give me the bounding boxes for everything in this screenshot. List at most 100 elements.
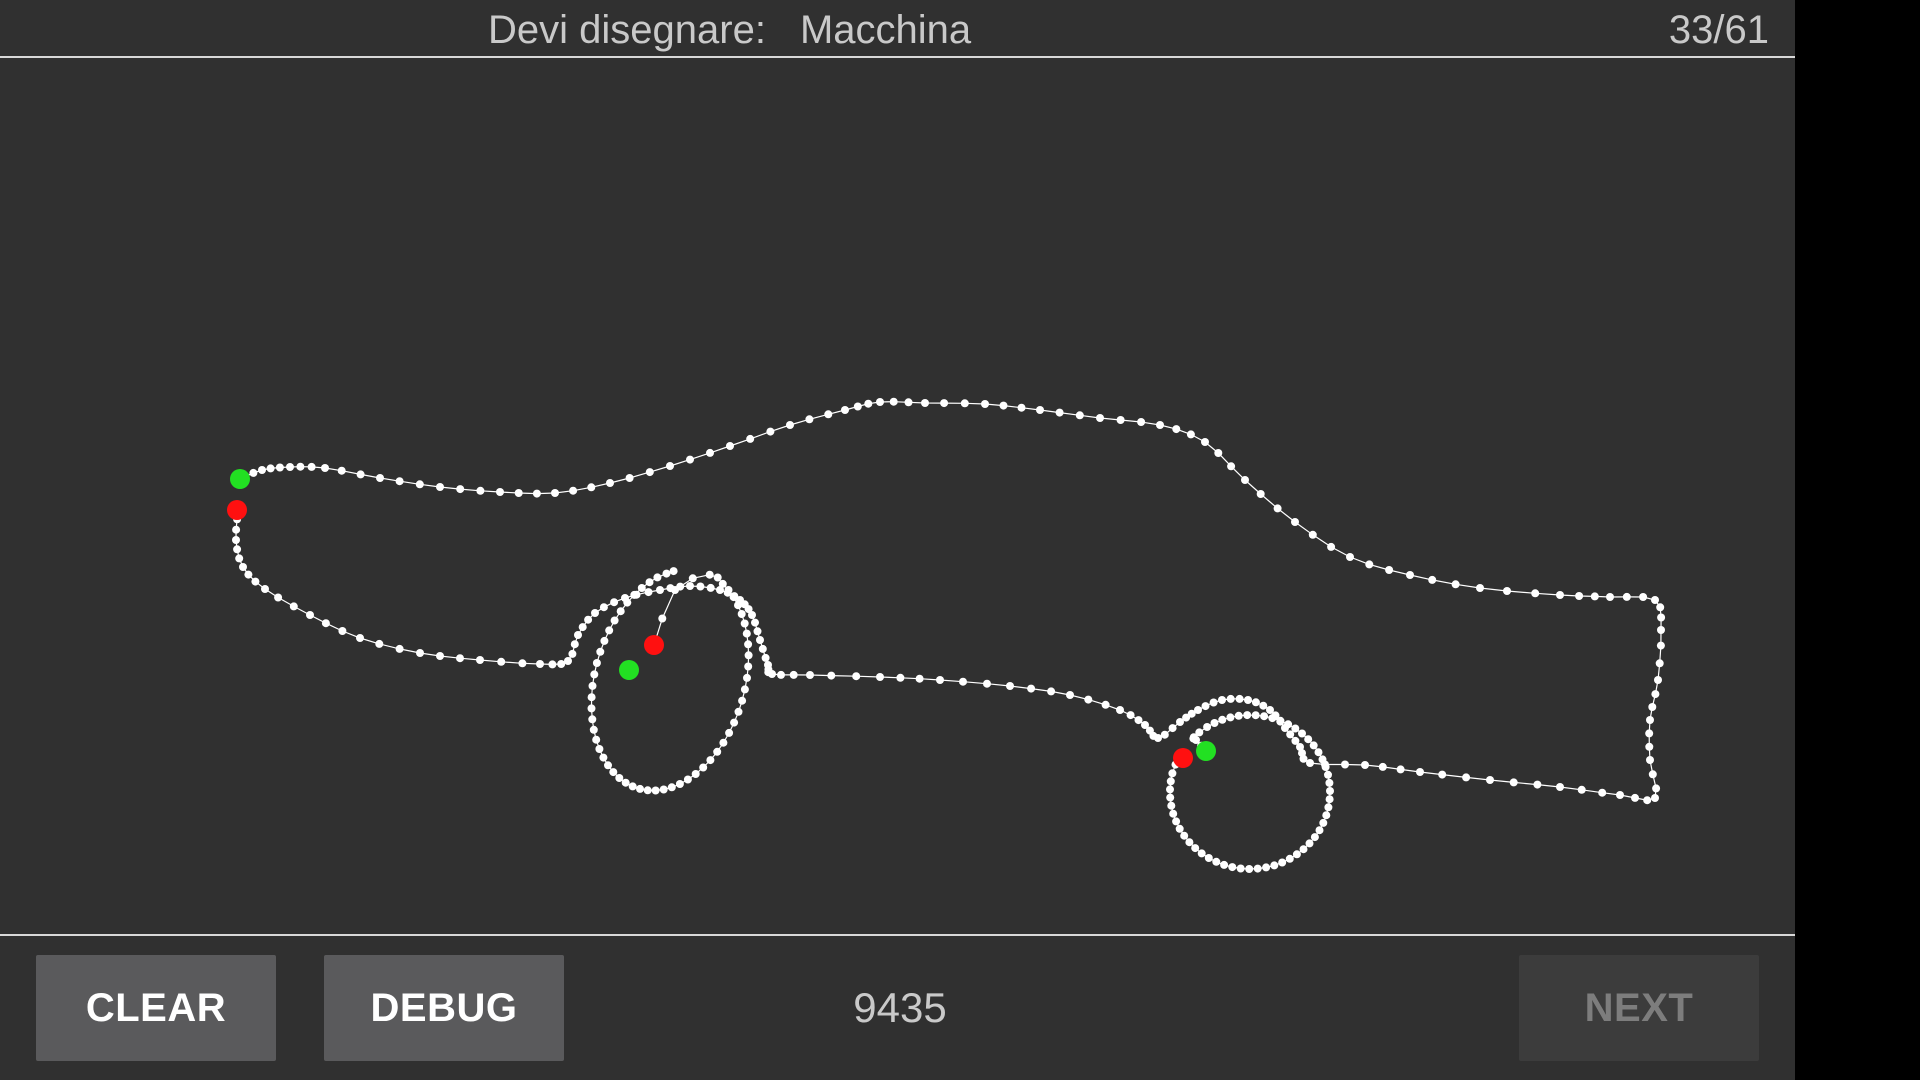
stroke-point xyxy=(1141,721,1149,729)
stroke-point xyxy=(764,661,772,669)
stroke-point xyxy=(806,671,814,679)
stroke-point xyxy=(1027,684,1036,693)
stroke-point xyxy=(587,483,596,492)
stroke-point xyxy=(532,489,541,498)
stroke-point xyxy=(740,619,749,628)
stroke-point xyxy=(644,588,653,597)
stroke-point xyxy=(621,778,630,787)
debug-button[interactable]: DEBUG xyxy=(324,955,564,1061)
stroke-point xyxy=(1646,716,1654,724)
stroke-point xyxy=(1284,720,1293,729)
stroke-point xyxy=(376,474,384,482)
stroke-point xyxy=(904,398,913,407)
stroke-point xyxy=(658,614,667,623)
stroke-point xyxy=(1260,712,1269,721)
stroke-point xyxy=(274,593,283,602)
stroke-point xyxy=(653,573,662,582)
stroke-point xyxy=(456,485,465,494)
stroke-point xyxy=(751,618,759,627)
stroke-start-marker xyxy=(619,660,639,680)
stroke-point xyxy=(1228,863,1237,872)
stroke-point xyxy=(936,676,944,684)
stroke-point xyxy=(666,462,674,470)
stroke-point xyxy=(232,525,241,534)
stroke-point xyxy=(1137,418,1146,426)
stroke-point xyxy=(1645,742,1654,751)
stroke-point xyxy=(568,649,577,658)
stroke-point xyxy=(600,636,609,645)
stroke-point xyxy=(599,603,608,612)
stroke-point xyxy=(1291,518,1299,526)
stroke-point xyxy=(1251,698,1260,707)
stroke-point xyxy=(1241,476,1249,484)
stroke-point xyxy=(637,584,646,592)
stroke-point xyxy=(1319,818,1328,827)
stroke-point xyxy=(896,673,905,682)
sketch-stroke-1 xyxy=(232,397,1666,805)
stroke-point xyxy=(1176,718,1184,726)
stroke-point xyxy=(1235,694,1244,703)
stroke-point xyxy=(1651,596,1659,604)
stroke-point xyxy=(596,647,605,656)
stroke-point xyxy=(1218,715,1227,724)
stroke-point xyxy=(1648,770,1657,779)
stroke-point xyxy=(244,570,253,579)
stroke-point xyxy=(1655,659,1664,668)
stroke-point xyxy=(761,653,770,662)
stroke-point xyxy=(1270,861,1279,870)
next-button[interactable]: NEXT xyxy=(1519,955,1759,1061)
stroke-point xyxy=(1291,724,1300,733)
stroke-point xyxy=(1101,700,1110,709)
stroke-point xyxy=(1218,696,1226,704)
drawing-canvas[interactable] xyxy=(0,58,1795,934)
stroke-point xyxy=(436,483,444,491)
stroke-point xyxy=(1651,690,1660,699)
stroke-point xyxy=(1318,755,1327,764)
stroke-point xyxy=(1486,776,1494,784)
stroke-point xyxy=(1606,593,1614,601)
stroke-point xyxy=(1047,687,1056,696)
clear-button[interactable]: CLEAR xyxy=(36,955,276,1061)
stroke-point xyxy=(758,644,767,653)
stroke-point xyxy=(688,574,697,583)
stroke-point xyxy=(737,610,746,618)
stroke-point xyxy=(1134,716,1143,725)
stroke-point xyxy=(1631,793,1639,802)
stroke-point xyxy=(921,399,929,407)
stroke-point xyxy=(853,402,862,411)
stroke-point xyxy=(675,780,684,788)
stroke-line xyxy=(235,401,1662,801)
stroke-point xyxy=(999,401,1008,410)
stroke-point xyxy=(1116,416,1125,424)
stroke-point xyxy=(645,468,654,477)
stroke-point xyxy=(719,738,728,747)
stroke-point xyxy=(1226,713,1235,722)
stroke-point xyxy=(589,725,598,734)
stroke-point xyxy=(321,464,329,472)
stroke-point xyxy=(578,623,587,632)
stroke-point xyxy=(734,601,742,610)
stroke-point xyxy=(570,640,579,649)
stroke-point xyxy=(852,672,861,681)
stroke-point xyxy=(1266,706,1274,714)
stroke-point xyxy=(1253,864,1262,873)
stroke-point xyxy=(1327,542,1336,551)
stroke-point xyxy=(416,649,424,657)
stroke-point xyxy=(1341,760,1349,769)
stroke-point xyxy=(1055,408,1064,417)
stroke-point xyxy=(662,569,671,578)
stroke-point xyxy=(706,583,715,592)
stroke-point xyxy=(296,462,305,471)
stroke-point xyxy=(1325,795,1334,804)
stroke-point xyxy=(1365,560,1374,569)
stroke-point xyxy=(591,609,599,617)
stroke-point xyxy=(587,693,596,702)
stroke-point xyxy=(233,545,242,554)
stroke-point xyxy=(1308,530,1317,539)
stroke-point xyxy=(824,410,833,419)
stroke-point xyxy=(1226,694,1235,703)
stroke-point xyxy=(1304,735,1313,744)
stroke-point xyxy=(630,590,639,599)
stroke-point xyxy=(1652,784,1661,793)
stroke-point xyxy=(338,627,347,635)
